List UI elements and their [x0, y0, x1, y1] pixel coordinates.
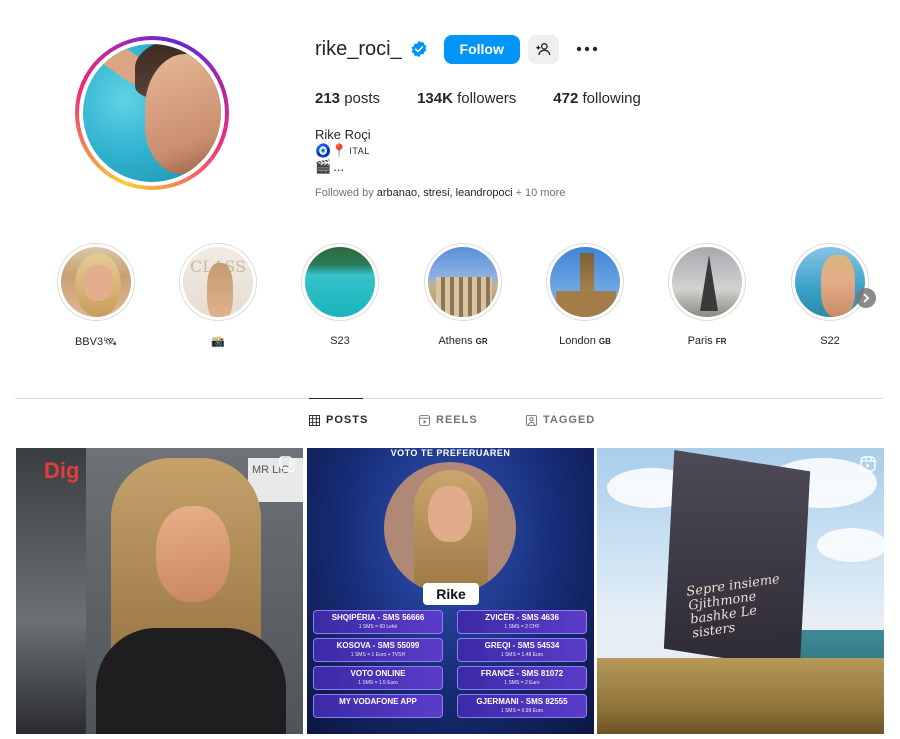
full-name: Rike Roçi	[315, 127, 371, 142]
tab-posts[interactable]: POSTS	[309, 414, 368, 426]
vote-option: KOSOVA - SMS 55099 1 SMS = 1 Euro + TVSH	[313, 638, 443, 662]
profile-header-row: rike_roci_ Follow	[315, 34, 599, 64]
posts-stat: 213 posts	[315, 90, 380, 107]
satellite-icon: 🛰	[103, 336, 118, 348]
verified-badge-icon	[411, 40, 427, 58]
highlight-label: S23	[330, 335, 350, 347]
reel-icon	[860, 456, 876, 472]
story-highlights: BBV3🛰 CLASS 📸 S23 Athens GR London GB Pa…	[0, 243, 900, 353]
add-person-icon	[536, 43, 551, 56]
carousel-icon	[279, 456, 295, 472]
tab-reels-label: REELS	[436, 414, 478, 426]
flag-fr: FR	[715, 337, 727, 346]
highlight-label: Paris	[687, 335, 713, 347]
followed-by-more: + 10 more	[512, 187, 566, 199]
following-stat[interactable]: 472 following	[553, 90, 641, 107]
tab-tagged[interactable]: TAGGED	[526, 414, 595, 426]
highlight-item[interactable]: Athens GR	[418, 243, 508, 347]
highlights-next-button[interactable]	[856, 288, 876, 308]
suggested-users-button[interactable]	[527, 34, 559, 64]
vote-option: MY VODAFONE APP	[313, 694, 443, 718]
profile-avatar[interactable]	[75, 36, 229, 190]
tab-reels[interactable]: REELS	[419, 414, 478, 426]
tv-logo: Dig	[44, 458, 80, 483]
highlight-item[interactable]: Paris FR	[662, 243, 752, 347]
highlight-item[interactable]: BBV3🛰	[51, 243, 141, 348]
profile-bio: Rike Roçi 🧿📍 ITAL 🎬 ...	[315, 127, 371, 175]
highlight-cover	[550, 247, 620, 317]
banner-flag	[663, 449, 811, 671]
flag-gb: GB	[598, 337, 611, 346]
tab-posts-label: POSTS	[326, 414, 369, 426]
followed-by-prefix: Followed by	[315, 187, 377, 199]
followed-by[interactable]: Followed by arbanao, stresi, leandropoci…	[315, 187, 565, 199]
username: rike_roci_	[315, 37, 402, 60]
tab-tagged-label: TAGGED	[543, 414, 596, 426]
highlight-label: S22	[820, 335, 840, 347]
bio-emoji: 🧿📍	[315, 143, 348, 158]
more-options-icon	[576, 46, 597, 52]
highlight-cover	[428, 247, 498, 317]
highlight-cover	[672, 247, 742, 317]
highlight-cover	[305, 247, 375, 317]
vote-option: GJERMANI - SMS 82555 1 SMS = 0.99 Euro	[457, 694, 587, 718]
vote-option: SHQIPËRIA - SMS 56666 1 SMS = 60 Lekë	[313, 610, 443, 634]
chevron-right-icon	[863, 293, 870, 303]
bio-text: ITAL	[349, 146, 370, 156]
followers-label: followers	[457, 90, 517, 107]
post-title: VOTO TE PREFERUAREN	[390, 448, 511, 458]
vote-option: FRANCË - SMS 81072 1 SMS = 2 Euro	[457, 666, 587, 690]
bio-line-1: 🧿📍 ITAL	[315, 143, 371, 159]
contestant-photo	[384, 462, 516, 594]
vote-option: ZVICËR - SMS 4636 1 SMS = 2 CHF	[457, 610, 587, 634]
posts-count: 213	[315, 90, 341, 107]
posts-label: posts	[344, 90, 381, 107]
post-tile[interactable]: Sepre insieme Gjithmone bashke Le sister…	[597, 448, 884, 734]
profile-stats: 213 posts 134K followers 472 following	[315, 90, 678, 107]
clapper-icon: 🎬	[315, 159, 332, 174]
active-tab-indicator	[309, 398, 363, 399]
vote-option: GREQI - SMS 54534 1 SMS = 1.48 Euro	[457, 638, 587, 662]
flag-gr: GR	[475, 337, 488, 346]
post-tile[interactable]: VOTO TE PREFERUAREN Rike SHQIPËRIA - SMS…	[307, 448, 594, 734]
highlight-label: BBV3	[74, 336, 104, 348]
following-label: following	[582, 90, 641, 107]
reels-icon	[419, 414, 430, 426]
highlight-item[interactable]: CLASS 📸	[173, 243, 263, 348]
following-count: 472	[553, 90, 579, 107]
highlight-item[interactable]: London GB	[540, 243, 630, 347]
options-button[interactable]	[575, 37, 599, 61]
highlight-cover	[61, 247, 131, 317]
contestant-name: Rike	[423, 583, 479, 605]
grid-icon	[309, 414, 320, 426]
highlight-item[interactable]: S23	[295, 243, 385, 347]
highlight-cover	[795, 247, 865, 317]
followers-stat[interactable]: 134K followers	[417, 90, 516, 107]
post-tile[interactable]: Dig MR LIC	[16, 448, 303, 734]
highlight-cover: CLASS	[183, 247, 253, 317]
tabs-divider	[15, 398, 883, 399]
bio-line-2: 🎬 ...	[315, 159, 371, 175]
follow-button[interactable]: Follow	[443, 34, 520, 64]
bio-ellipsis[interactable]: ...	[333, 159, 344, 175]
tagged-person-icon	[526, 414, 537, 426]
vote-option: VOTO ONLINE 1 SMS = 1.5 Euro	[313, 666, 443, 690]
highlight-label: Athens	[438, 335, 473, 347]
profile-tabs: POSTS REELS TAGGED	[0, 414, 900, 434]
followed-by-names: arbanao, stresi, leandropoci	[376, 187, 513, 199]
camera-icon: 📸	[211, 336, 225, 348]
followers-count: 134K	[417, 90, 453, 107]
highlight-label: London	[559, 335, 596, 347]
